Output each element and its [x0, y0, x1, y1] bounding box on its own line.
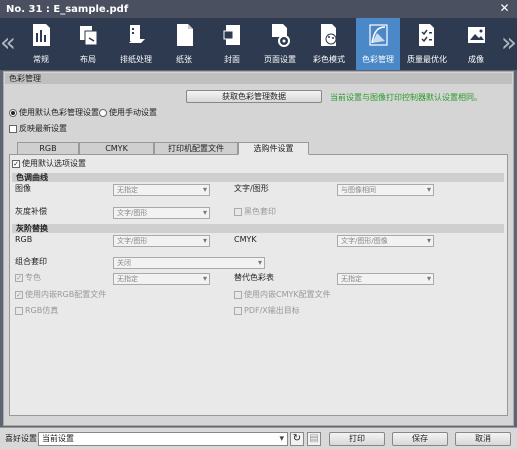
- save-button[interactable]: 保存: [392, 432, 448, 446]
- black-overprint-label: 黑色套印: [244, 207, 276, 216]
- combo-overprint-label: 组合套印: [15, 257, 47, 266]
- tab-general[interactable]: 常规: [19, 18, 63, 70]
- page-settings-icon: [272, 24, 290, 47]
- alt-color-table-label: 替代色彩表: [234, 273, 274, 282]
- bottom-bar: 喜好设置 当前设置 ↻ ▤ 打印 保存 取消: [0, 427, 517, 449]
- cover-icon: [223, 25, 240, 45]
- combo-overprint-select[interactable]: 关闭: [113, 257, 265, 269]
- radio-manual-label: 使用手动设置: [109, 108, 157, 117]
- favorite-label: 喜好设置: [5, 434, 37, 443]
- tab-options[interactable]: 选购件设置: [238, 142, 309, 155]
- use-default-options-checkbox[interactable]: ✓: [12, 160, 20, 168]
- gray-replace-rgb-select[interactable]: 文字/图形: [113, 235, 210, 247]
- reflect-latest-checkbox[interactable]: [9, 125, 17, 133]
- embedded-rgb-label: 使用内嵌RGB配置文件: [25, 290, 107, 299]
- radio-default-settings[interactable]: [9, 109, 17, 117]
- window-title: No. 31 : E_sample.pdf: [6, 3, 129, 15]
- cancel-button[interactable]: 取消: [455, 432, 511, 446]
- embedded-cmyk-label: 使用内嵌CMYK配置文件: [244, 290, 331, 299]
- embedded-cmyk-checkbox[interactable]: [234, 291, 242, 299]
- refresh-icon[interactable]: ↻: [290, 432, 304, 446]
- use-default-options-label: 使用默认选项设置: [22, 159, 86, 168]
- gray-comp-label: 灰度补偿: [15, 207, 47, 216]
- embedded-rgb-checkbox[interactable]: ✓: [15, 291, 23, 299]
- gray-comp-select[interactable]: 文字/图形: [113, 207, 210, 219]
- tone-curve-text-select[interactable]: 与图像相同: [337, 184, 434, 196]
- rgb-simulation-label: RGB仿真: [25, 306, 59, 315]
- category-toolbar: « 常规 布局 排纸处理 纸张 封面 页面设置 彩色模式 色彩管理 质量最优化 …: [0, 18, 517, 70]
- settings-notice: 当前设置与图像打印控制器默认设置相同。: [330, 93, 482, 102]
- spot-color-label: 专色: [25, 273, 41, 282]
- tab-color-mode[interactable]: 彩色模式: [307, 18, 351, 70]
- spot-color-checkbox[interactable]: ✓: [15, 274, 23, 282]
- paper-icon: [177, 24, 193, 46]
- rgb-simulation-checkbox[interactable]: [15, 307, 23, 315]
- tab-page-settings[interactable]: 页面设置: [258, 18, 302, 70]
- spot-color-select[interactable]: 无指定: [113, 273, 210, 285]
- get-color-data-button[interactable]: 获取色彩管理数据: [186, 90, 322, 103]
- tone-curve-image-select[interactable]: 无指定: [113, 184, 210, 196]
- tab-imaging[interactable]: 成像: [454, 18, 498, 70]
- options-tab-content: ✓ 使用默认选项设置 色调曲线 图像 无指定 文字/图形 与图像相同 灰度补偿 …: [9, 154, 508, 416]
- color-mode-icon: [321, 24, 337, 46]
- tone-curve-image-label: 图像: [15, 184, 31, 193]
- gray-replace-heading: 灰阶替换: [12, 224, 504, 233]
- radio-manual-settings[interactable]: [99, 109, 107, 117]
- favorite-select[interactable]: 当前设置: [38, 432, 288, 446]
- tone-curve-text-label: 文字/图形: [234, 184, 269, 193]
- gray-replace-cmyk-label: CMYK: [234, 235, 257, 244]
- tab-output[interactable]: 排纸处理: [114, 18, 158, 70]
- radio-default-label: 使用默认色彩管理设置: [19, 108, 99, 117]
- close-icon[interactable]: ✕: [498, 2, 511, 15]
- color-management-panel: 色彩管理 获取色彩管理数据 当前设置与图像打印控制器默认设置相同。 使用默认色彩…: [3, 71, 514, 426]
- tab-paper[interactable]: 纸张: [162, 18, 206, 70]
- imaging-icon: [468, 27, 485, 43]
- alt-color-table-select[interactable]: 无指定: [337, 273, 434, 285]
- print-button[interactable]: 打印: [329, 432, 385, 446]
- general-icon: [33, 24, 50, 46]
- pdfx-label: PDF/X输出目标: [244, 306, 300, 315]
- scroll-left-icon[interactable]: «: [0, 18, 16, 70]
- title-bar: No. 31 : E_sample.pdf ✕: [0, 0, 517, 18]
- tab-quality[interactable]: 质量最优化: [405, 18, 449, 70]
- gray-replace-rgb-label: RGB: [15, 235, 33, 244]
- scroll-right-icon[interactable]: »: [501, 18, 517, 70]
- section-title: 色彩管理: [5, 73, 512, 84]
- tone-curve-heading: 色调曲线: [12, 173, 504, 182]
- gray-replace-cmyk-select[interactable]: 文字/图形/图像: [337, 235, 434, 247]
- save-favorite-icon[interactable]: ▤: [307, 432, 321, 446]
- tab-color-management[interactable]: 色彩管理: [356, 18, 400, 70]
- tab-layout[interactable]: 布局: [66, 18, 110, 70]
- layout-icon: [80, 26, 98, 46]
- tab-cover[interactable]: 封面: [210, 18, 254, 70]
- color-management-icon: [369, 24, 388, 46]
- reflect-latest-label: 反映最新设置: [19, 124, 67, 133]
- pdfx-checkbox[interactable]: [234, 307, 242, 315]
- output-icon: [129, 25, 145, 43]
- black-overprint-checkbox[interactable]: [234, 208, 242, 216]
- quality-icon: [419, 24, 434, 46]
